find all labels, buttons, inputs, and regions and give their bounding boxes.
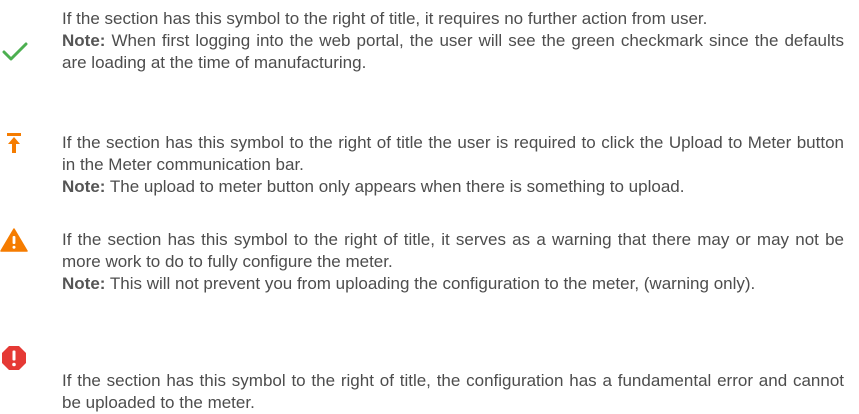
warning-triangle-icon (0, 228, 28, 254)
entry-text: If the section has this symbol to the ri… (62, 229, 844, 295)
note-text: The upload to meter button only appears … (105, 177, 685, 196)
entry-description: If the section has this symbol to the ri… (62, 371, 844, 412)
note-label: Note: (62, 274, 106, 293)
green-checkmark-icon (2, 40, 28, 66)
entry-description: If the section has this symbol to the ri… (62, 230, 844, 271)
error-octagon-icon (1, 345, 27, 371)
entry-note: Note: This will not prevent you from upl… (62, 273, 844, 295)
note-label: Note: (62, 31, 106, 50)
entry-note: Note: When first logging into the web po… (62, 30, 844, 74)
entry-text: If the section has this symbol to the ri… (62, 370, 844, 414)
entry-text: If the section has this symbol to the ri… (62, 132, 844, 198)
entry-description: If the section has this symbol to the ri… (62, 9, 708, 28)
note-label: Note: (62, 177, 106, 196)
upload-arrow-icon (6, 132, 32, 158)
entry-note: Note: The upload to meter button only ap… (62, 176, 844, 198)
entry-text: If the section has this symbol to the ri… (62, 8, 844, 74)
entry-description: If the section has this symbol to the ri… (62, 133, 844, 174)
note-text: This will not prevent you from uploading… (105, 274, 756, 293)
note-text: When first logging into the web portal, … (62, 31, 844, 72)
